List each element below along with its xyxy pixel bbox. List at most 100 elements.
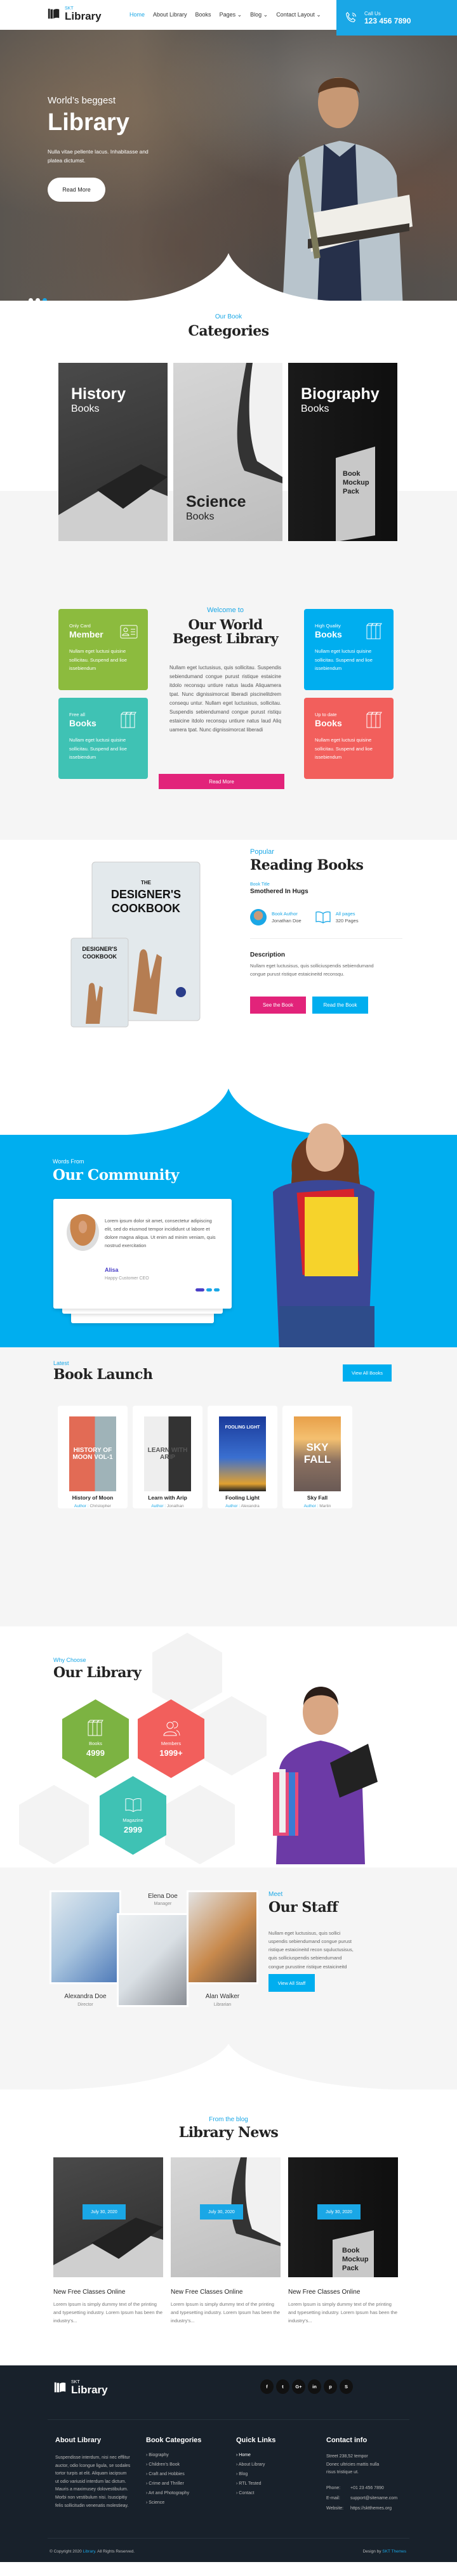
open-book-image (58, 464, 168, 541)
designers-cookbook-image: THE DESIGNER'S COOKBOOK DESIGNER'S COOKB… (70, 861, 201, 1028)
pinterest-icon[interactable]: p (324, 2379, 337, 2394)
twitter-icon[interactable]: t (276, 2379, 289, 2394)
skype-icon[interactable]: S (340, 2379, 353, 2394)
phone-label: Phone: (326, 2485, 341, 2490)
view-all-books-button[interactable]: View All Books (343, 1364, 392, 1382)
book-author: Author : Jonathan (151, 1504, 184, 1508)
launch-subtitle: Latest (53, 1360, 69, 1366)
category-card-biography[interactable]: Book Mockup Pack Biography Books (288, 363, 397, 541)
email-value[interactable]: support@sitename.com (350, 2495, 397, 2505)
description-heading: Description (250, 951, 286, 958)
pagination-dot[interactable] (206, 1288, 212, 1291)
book-author: Author : Christopher (74, 1504, 112, 1508)
testimonial-role: Happy Customer CEO (105, 1276, 149, 1281)
footer-category-link[interactable]: Biography (146, 2453, 201, 2462)
books-icon (88, 1720, 103, 1736)
book-card[interactable]: FOOLING LIGHT Fooling Light Author : Ale… (208, 1406, 277, 1508)
news-title[interactable]: New Free Classes Online (53, 2289, 163, 2296)
logo[interactable]: SKT Library (47, 6, 102, 22)
hexagon-decoration (19, 1785, 89, 1864)
footer-logo-name: Library (71, 2384, 108, 2396)
divider (250, 938, 402, 939)
pagination-dot-active[interactable] (195, 1288, 204, 1291)
stat-members: Members 1999+ (138, 1699, 204, 1778)
footer-category-link[interactable]: Science (146, 2501, 201, 2510)
category-title: Biography (301, 385, 380, 403)
news-card[interactable]: July 30, 2020 New Free Classes Online Lo… (171, 2157, 281, 2325)
nav-pages[interactable]: Pages ⌄ (220, 11, 242, 18)
welcome-title: Our World Begest Library (172, 617, 279, 647)
news-card[interactable]: July 30, 2020 New Free Classes Online Lo… (53, 2157, 163, 2325)
cover-text: COOKBOOK (83, 953, 117, 960)
book-card[interactable]: SKY FALL Sky Fall Author : Martin (282, 1406, 352, 1508)
book-title-label: Book Title (250, 882, 270, 887)
book-author: Author : Alexandra (225, 1504, 260, 1508)
book-card[interactable]: HISTORY OF MOON VOL-1 History of Moon Au… (58, 1406, 128, 1508)
footer-link-home[interactable]: Home (236, 2453, 275, 2462)
footer-link-rtl[interactable]: RTL Tested (236, 2481, 275, 2491)
svg-text:Pack: Pack (343, 488, 360, 495)
staff-photo[interactable] (187, 1890, 258, 1984)
google-plus-icon[interactable]: G+ (292, 2379, 305, 2394)
copyright-text: © Copyright 2020 Library. All Rights Res… (50, 2549, 135, 2554)
category-card-history[interactable]: History Books (58, 363, 168, 541)
pagination-dot[interactable] (214, 1288, 220, 1291)
call-number: 123 456 7890 (364, 16, 411, 25)
nav-contact-layout[interactable]: Contact Layout ⌄ (276, 11, 321, 18)
hexagon-decoration (165, 1785, 235, 1864)
reading-books-section: THE DESIGNER'S COOKBOOK DESIGNER'S COOKB… (0, 840, 457, 1081)
footer-link-about[interactable]: About Library (236, 2462, 275, 2472)
book-name: History of Moon (72, 1494, 114, 1501)
book-card[interactable]: LEARN WITH ARIP Learn with Arip Author :… (133, 1406, 202, 1508)
news-image: July 30, 2020 (53, 2157, 163, 2277)
news-image: Book Mockup Pack July 30, 2020 (288, 2157, 398, 2277)
news-date: July 30, 2020 (200, 2204, 243, 2220)
nav-books[interactable]: Books (195, 11, 211, 18)
email-label: E-mail: (326, 2495, 340, 2501)
footer-category-link[interactable]: Crime and Thriller (146, 2481, 201, 2491)
design-credit-link[interactable]: SKT Themes (382, 2549, 406, 2554)
website-value[interactable]: https://sktthemes.org (350, 2505, 392, 2515)
staff-photo[interactable] (50, 1890, 121, 1984)
category-card-science[interactable]: Science Books (173, 363, 282, 541)
call-us-box[interactable]: Call Us 123 456 7890 (336, 0, 457, 36)
svg-text:Mockup: Mockup (343, 479, 369, 487)
cover-text: THE (141, 880, 152, 886)
description-text: Nullam eget luctusisus, quis solliciuspe… (250, 963, 374, 977)
author-label: Book Author (272, 911, 298, 917)
linkedin-icon[interactable]: in (308, 2379, 321, 2394)
see-the-book-button[interactable]: See the Book (250, 996, 306, 1014)
staff-photo[interactable] (117, 1913, 189, 2007)
id-card-icon (120, 625, 138, 639)
copyright-link[interactable]: Library (83, 2549, 95, 2554)
news-title[interactable]: New Free Classes Online (171, 2289, 281, 2296)
footer-category-link[interactable]: Children's Book (146, 2462, 201, 2472)
footer-link-contact[interactable]: Contact (236, 2491, 275, 2501)
nav-blog[interactable]: Blog ⌄ (250, 11, 268, 18)
read-the-book-button[interactable]: Read the Book (312, 996, 368, 1014)
reading-subtitle: Popular (250, 848, 274, 856)
nav-home[interactable]: Home (129, 11, 145, 18)
nav-about-library[interactable]: About Library (153, 11, 187, 18)
news-title[interactable]: New Free Classes Online (288, 2289, 398, 2296)
hero-slider: World’s beggest Library Nulla vitae pell… (0, 30, 457, 301)
facebook-icon[interactable]: f (260, 2379, 274, 2394)
testimonial-pagination (195, 1288, 220, 1291)
hero-description: Nulla vitae pellente lacus. Inhabitasse … (48, 148, 149, 164)
hero-read-more-button[interactable]: Read More (48, 178, 105, 202)
footer-category-link[interactable]: Art and Photography (146, 2491, 201, 2501)
footer-logo[interactable]: SKT Library (53, 2380, 108, 2395)
phone-icon (346, 11, 356, 23)
stat-magazine: Magazine 2999 (100, 1776, 166, 1855)
news-card[interactable]: Book Mockup Pack July 30, 2020 New Free Cl… (288, 2157, 398, 2325)
books-icon (121, 712, 136, 728)
phone-value[interactable]: +01 23 456 7890 (350, 2485, 384, 2495)
footer-link-blog[interactable]: Blog (236, 2472, 275, 2481)
box-description: Nullam eget luctusi quisine sollicitau. … (315, 648, 373, 671)
site-header: SKT Library Home About Library Books Pag… (0, 0, 457, 36)
library-news-section: From the blog Library News July 30, 2020… (0, 2089, 457, 2365)
woman-with-notebooks-image (273, 1123, 374, 1350)
welcome-read-more-button[interactable]: Read More (159, 774, 284, 789)
view-all-staff-button[interactable]: View All Staff (268, 1974, 315, 1992)
footer-category-link[interactable]: Craft and Hobbies (146, 2472, 201, 2481)
